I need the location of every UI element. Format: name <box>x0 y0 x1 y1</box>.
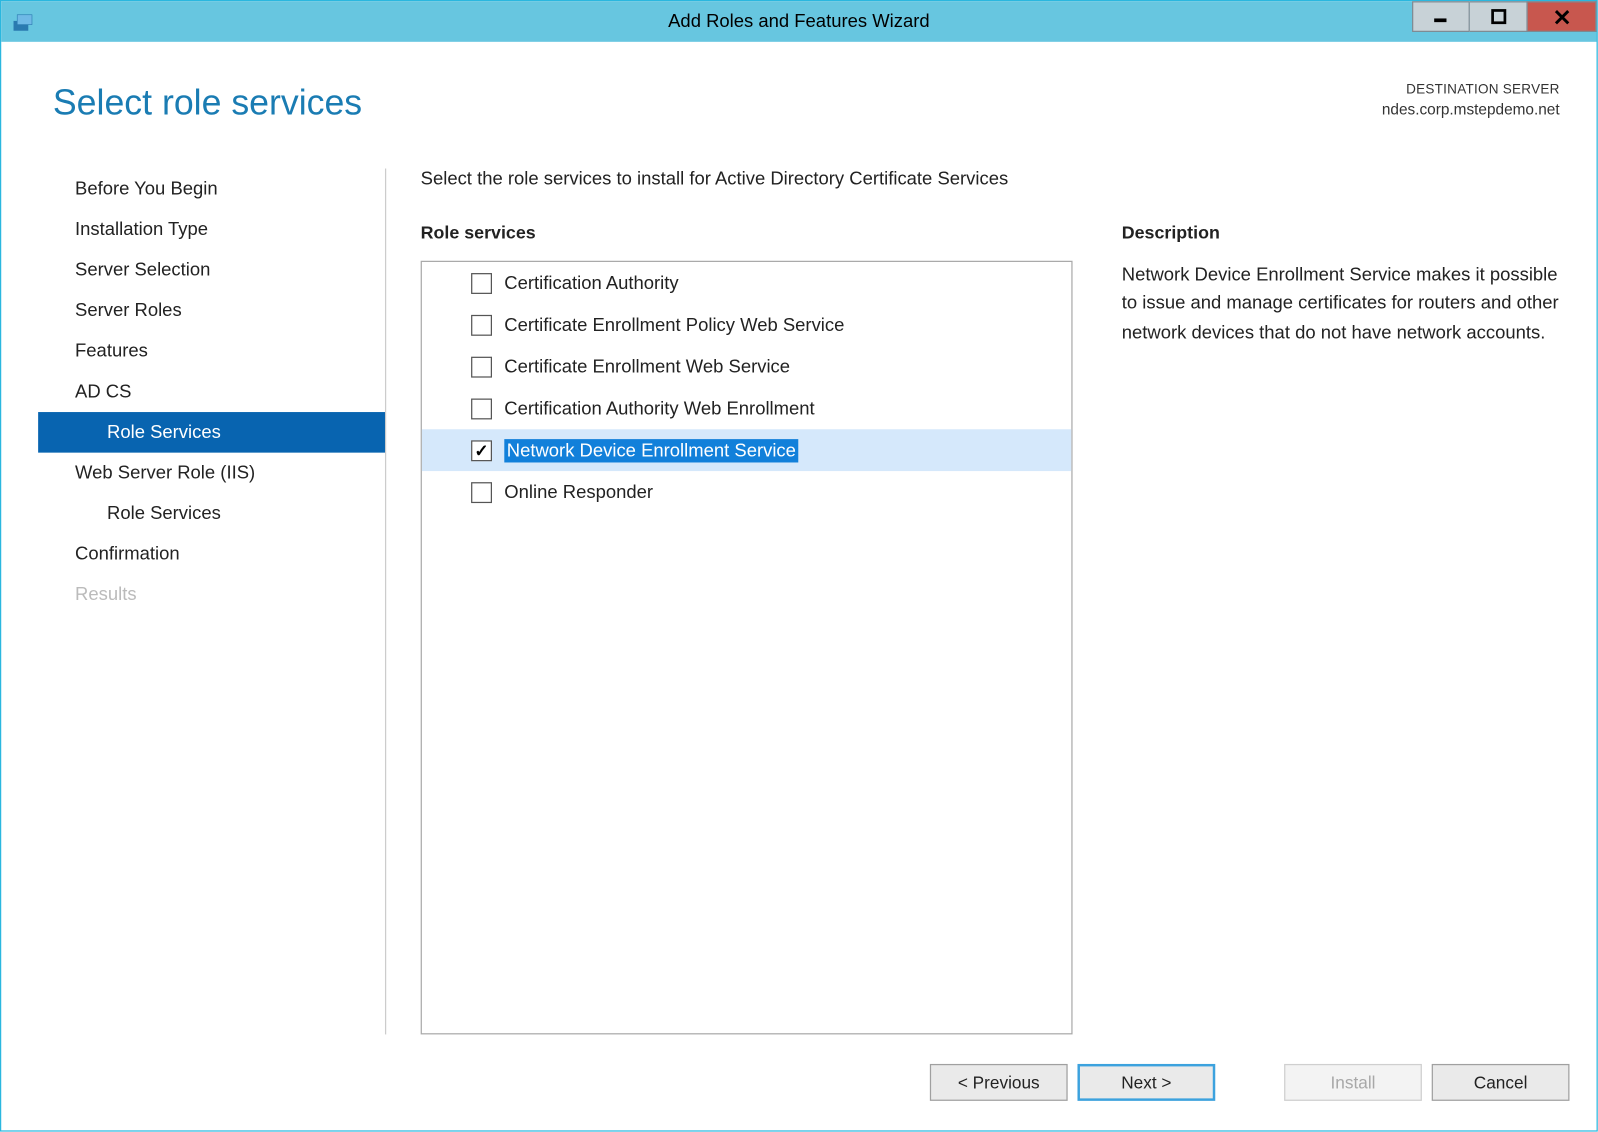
install-button: Install <box>1284 1064 1422 1101</box>
role-service-label: Certificate Enrollment Policy Web Servic… <box>504 314 844 335</box>
checkbox[interactable] <box>471 314 492 335</box>
wizard-step[interactable]: Server Selection <box>38 250 385 291</box>
description-text: Network Device Enrollment Service makes … <box>1122 261 1560 347</box>
wizard-step[interactable]: Features <box>38 331 385 372</box>
wizard-step[interactable]: Web Server Role (IIS) <box>38 453 385 494</box>
wizard-steps: Before You BeginInstallation TypeServer … <box>38 169 386 1035</box>
role-service-item[interactable]: Certification Authority Web Enrollment <box>422 387 1071 429</box>
wizard-step: Results <box>38 574 385 615</box>
close-button[interactable] <box>1528 1 1597 32</box>
role-service-item[interactable]: Certificate Enrollment Web Service <box>422 346 1071 388</box>
destination-server: DESTINATION SERVER ndes.corp.mstepdemo.n… <box>1382 81 1560 121</box>
role-service-label: Online Responder <box>504 482 653 503</box>
checkbox[interactable] <box>471 272 492 293</box>
destination-label: DESTINATION SERVER <box>1382 81 1560 100</box>
wizard-step[interactable]: AD CS <box>38 371 385 412</box>
destination-value: ndes.corp.mstepdemo.net <box>1382 100 1560 122</box>
wizard-step[interactable]: Role Services <box>38 493 385 534</box>
page-title: Select role services <box>53 84 362 125</box>
role-service-item[interactable]: Network Device Enrollment Service <box>422 429 1071 471</box>
role-service-label: Certificate Enrollment Web Service <box>504 356 790 377</box>
window-title: Add Roles and Features Wizard <box>1 11 1596 32</box>
checkbox[interactable] <box>471 356 492 377</box>
checkbox[interactable] <box>471 398 492 419</box>
description-heading: Description <box>1122 224 1560 244</box>
checkbox[interactable] <box>471 440 492 461</box>
instruction-text: Select the role services to install for … <box>421 169 1560 190</box>
wizard-footer: < Previous Next > Install Cancel <box>1 1034 1596 1130</box>
next-button[interactable]: Next > <box>1077 1064 1215 1101</box>
server-manager-icon <box>11 9 36 34</box>
role-service-item[interactable]: Online Responder <box>422 471 1071 513</box>
role-services-list[interactable]: Certification Authority Certificate Enrol… <box>421 261 1073 1035</box>
wizard-step[interactable]: Server Roles <box>38 290 385 331</box>
wizard-step[interactable]: Before You Begin <box>38 169 385 210</box>
wizard-step[interactable]: Installation Type <box>38 209 385 250</box>
role-service-label: Network Device Enrollment Service <box>504 438 798 461</box>
role-services-heading: Role services <box>421 224 1073 244</box>
role-service-label: Certification Authority <box>504 272 678 293</box>
window-controls <box>1412 1 1597 42</box>
cancel-button[interactable]: Cancel <box>1432 1064 1570 1101</box>
titlebar[interactable]: Add Roles and Features Wizard <box>1 1 1596 42</box>
wizard-step[interactable]: Confirmation <box>38 534 385 575</box>
role-service-label: Certification Authority Web Enrollment <box>504 398 814 419</box>
minimize-button[interactable] <box>1412 1 1470 32</box>
maximize-button[interactable] <box>1470 1 1528 32</box>
wizard-step[interactable]: Role Services <box>38 412 385 453</box>
role-service-item[interactable]: Certification Authority <box>422 262 1071 304</box>
checkbox[interactable] <box>471 482 492 503</box>
role-service-item[interactable]: Certificate Enrollment Policy Web Servic… <box>422 304 1071 346</box>
previous-button[interactable]: < Previous <box>930 1064 1068 1101</box>
